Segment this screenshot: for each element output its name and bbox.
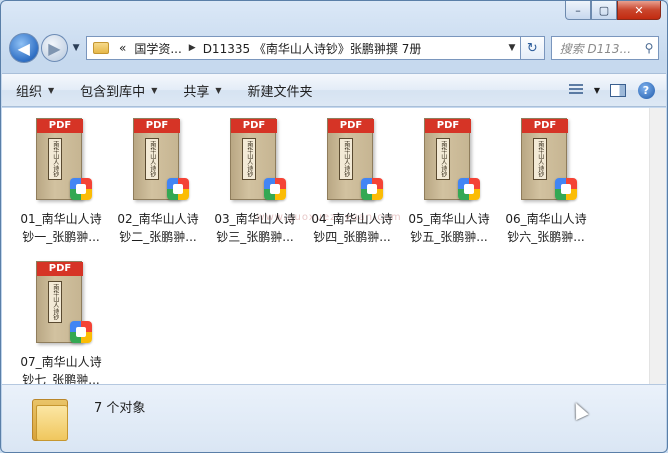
search-icon[interactable]: ⚲ bbox=[640, 41, 658, 55]
pdf-thumbnail: PDF 南华山人诗钞 bbox=[133, 118, 189, 202]
new-folder-button[interactable]: 新建文件夹 bbox=[234, 81, 325, 100]
breadcrumb-overflow[interactable]: « bbox=[115, 41, 130, 55]
pdf-thumbnail: PDF 南华山人诗钞 bbox=[424, 118, 480, 202]
close-button[interactable]: ✕ bbox=[617, 1, 661, 20]
refresh-icon: ↻ bbox=[526, 40, 538, 56]
preview-pane-icon bbox=[610, 83, 626, 97]
file-name: 04_南华山人诗钞四_张鹏翀... bbox=[311, 212, 393, 244]
mouse-cursor-icon bbox=[569, 399, 589, 421]
file-item[interactable]: PDF 南华山人诗钞 04_南华山人诗钞四_张鹏翀... bbox=[306, 112, 398, 250]
maximize-button[interactable]: ▢ bbox=[591, 1, 617, 20]
forward-arrow-icon: ▶ bbox=[48, 38, 61, 58]
book-title-label: 南华山人诗钞 bbox=[436, 138, 450, 180]
file-item[interactable]: PDF 南华山人诗钞 02_南华山人诗钞二_张鹏翀... bbox=[112, 112, 204, 250]
minimize-button[interactable]: – bbox=[565, 1, 591, 20]
chevron-down-icon: ▼ bbox=[215, 85, 222, 95]
file-item[interactable]: PDF 南华山人诗钞 06_南华山人诗钞六_张鹏翀... bbox=[500, 112, 592, 250]
search-placeholder: 搜索 D113... bbox=[559, 41, 632, 56]
pdf-app-icon bbox=[458, 178, 480, 200]
pdf-thumbnail: PDF 南华山人诗钞 bbox=[36, 118, 92, 202]
details-pane: 7 个对象 bbox=[2, 384, 666, 452]
pdf-app-icon bbox=[167, 178, 189, 200]
pdf-thumbnail: PDF 南华山人诗钞 bbox=[230, 118, 286, 202]
book-title-label: 南华山人诗钞 bbox=[48, 281, 62, 323]
pdf-label: PDF bbox=[37, 262, 83, 276]
preview-pane-button[interactable] bbox=[608, 81, 628, 99]
view-icon bbox=[568, 84, 583, 96]
pdf-app-icon bbox=[264, 178, 286, 200]
file-item[interactable]: PDF 南华山人诗钞 01_南华山人诗钞一_张鹏翀... bbox=[15, 112, 107, 250]
organize-label: 组织 bbox=[16, 84, 43, 100]
chevron-down-icon: ▼ bbox=[48, 85, 55, 95]
breadcrumb-current[interactable]: D11335 《南华山人诗钞》张鹏翀撰 7册 bbox=[199, 40, 426, 57]
pdf-app-icon bbox=[70, 178, 92, 200]
file-name: 05_南华山人诗钞五_张鹏翀... bbox=[408, 212, 490, 244]
help-icon: ? bbox=[637, 81, 655, 99]
refresh-button[interactable]: ↻ bbox=[520, 36, 545, 60]
search-input[interactable]: 搜索 D113... ⚲ bbox=[550, 36, 660, 60]
file-name: 03_南华山人诗钞三_张鹏翀... bbox=[214, 212, 296, 244]
pdf-thumbnail: PDF 南华山人诗钞 bbox=[521, 118, 577, 202]
pdf-label: PDF bbox=[425, 119, 471, 133]
book-title-label: 南华山人诗钞 bbox=[533, 138, 547, 180]
navigation-bar: ◀ ▶ ▼ « 国学资... ▶ D11335 《南华山人诗钞》张鹏翀撰 7册 … bbox=[9, 31, 660, 65]
breadcrumb-separator-icon[interactable]: ▶ bbox=[186, 43, 199, 53]
share-label: 共享 bbox=[183, 84, 210, 100]
pdf-label: PDF bbox=[328, 119, 374, 133]
book-title-label: 南华山人诗钞 bbox=[145, 138, 159, 180]
file-item[interactable]: PDF 南华山人诗钞 03_南华山人诗钞三_张鹏翀... bbox=[209, 112, 301, 250]
pdf-label: PDF bbox=[522, 119, 568, 133]
pdf-label: PDF bbox=[134, 119, 180, 133]
pdf-app-icon bbox=[555, 178, 577, 200]
file-item[interactable]: PDF 南华山人诗钞 05_南华山人诗钞五_张鹏翀... bbox=[403, 112, 495, 250]
new-folder-label: 新建文件夹 bbox=[247, 84, 313, 100]
book-title-label: 南华山人诗钞 bbox=[48, 138, 62, 180]
file-name: 02_南华山人诗钞二_张鹏翀... bbox=[117, 212, 199, 244]
file-name: 01_南华山人诗钞一_张鹏翀... bbox=[20, 212, 102, 244]
chevron-down-icon: ▼ bbox=[151, 85, 158, 95]
folder-icon bbox=[32, 395, 68, 441]
vertical-scrollbar[interactable] bbox=[649, 108, 666, 384]
file-name: 06_南华山人诗钞六_张鹏翀... bbox=[505, 212, 587, 244]
back-arrow-icon: ◀ bbox=[17, 38, 30, 58]
address-dropdown-button[interactable]: ▼ bbox=[504, 43, 520, 53]
change-view-button[interactable] bbox=[566, 81, 586, 99]
folder-icon bbox=[92, 42, 109, 54]
pdf-app-icon bbox=[70, 321, 92, 343]
breadcrumb-item[interactable]: 国学资... bbox=[130, 40, 185, 57]
explorer-window: – ▢ ✕ ◀ ▶ ▼ « 国学资... ▶ D11335 《南华山人诗钞》张鹏… bbox=[0, 0, 668, 453]
include-in-library-button[interactable]: 包含到库中 ▼ bbox=[66, 81, 169, 100]
book-title-label: 南华山人诗钞 bbox=[339, 138, 353, 180]
pdf-app-icon bbox=[361, 178, 383, 200]
book-title-label: 南华山人诗钞 bbox=[242, 138, 256, 180]
caption-buttons: – ▢ ✕ bbox=[565, 1, 661, 20]
address-bar[interactable]: « 国学资... ▶ D11335 《南华山人诗钞》张鹏翀撰 7册 ▼ bbox=[85, 36, 521, 60]
share-button[interactable]: 共享 ▼ bbox=[169, 81, 233, 100]
forward-button[interactable]: ▶ bbox=[40, 34, 69, 62]
view-options-dropdown[interactable]: ▼ bbox=[594, 86, 600, 95]
recent-pages-button[interactable]: ▼ bbox=[70, 43, 82, 53]
organize-button[interactable]: 组织 ▼ bbox=[2, 81, 66, 100]
pdf-label: PDF bbox=[37, 119, 83, 133]
pdf-thumbnail: PDF 南华山人诗钞 bbox=[36, 261, 92, 345]
include-in-library-label: 包含到库中 bbox=[80, 84, 146, 100]
back-button[interactable]: ◀ bbox=[9, 33, 39, 63]
pdf-label: PDF bbox=[231, 119, 277, 133]
file-item[interactable]: PDF 南华山人诗钞 07_南华山人诗钞七_张鹏翀... bbox=[15, 255, 107, 393]
command-bar: 组织 ▼ 包含到库中 ▼ 共享 ▼ 新建文件夹 ▼ ? bbox=[2, 73, 666, 107]
help-button[interactable]: ? bbox=[636, 81, 656, 99]
item-count: 7 个对象 bbox=[94, 401, 146, 416]
pdf-thumbnail: PDF 南华山人诗钞 bbox=[327, 118, 383, 202]
